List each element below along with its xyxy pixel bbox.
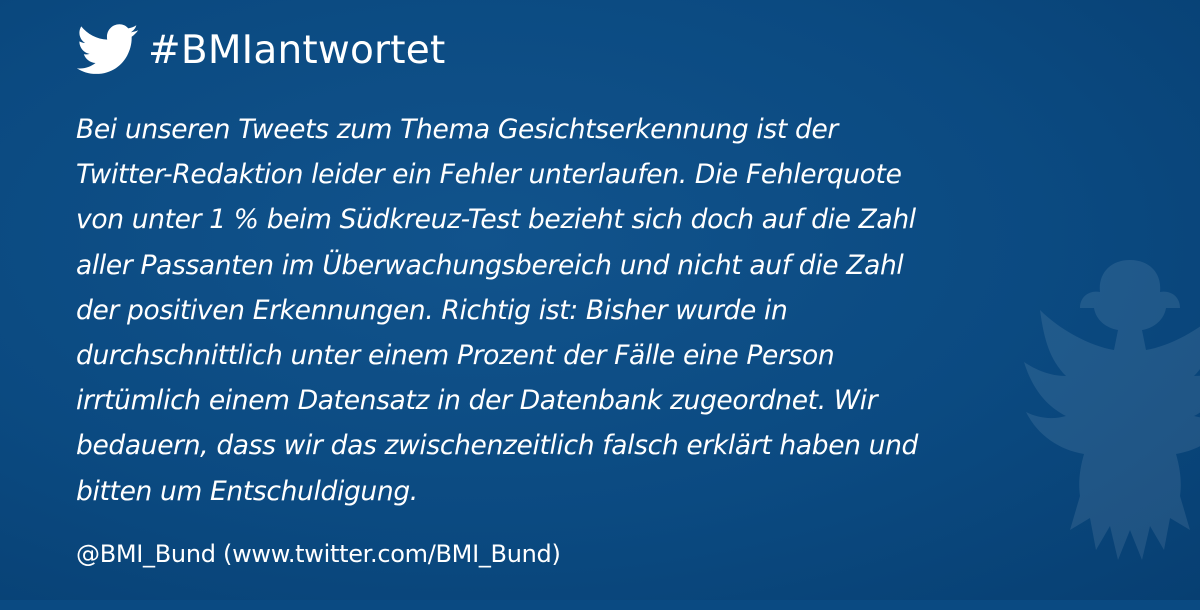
statement-line: bedauern, dass wir das zwischenzeitlich … bbox=[76, 430, 919, 462]
twitter-bird-icon bbox=[76, 24, 139, 74]
header: #BMIantwortet bbox=[76, 18, 445, 82]
statement-text: Bei unseren Tweets zum Thema Gesichtserk… bbox=[76, 107, 1076, 514]
statement-line: der positiven Erkennungen. Richtig ist: … bbox=[76, 294, 788, 326]
statement-line: Bei unseren Tweets zum Thema Gesichtserk… bbox=[76, 114, 838, 145]
hashtag-title: #BMIantwortet bbox=[148, 27, 446, 73]
statement-line: von unter 1 % beim Südkreuz-Test bezieht… bbox=[76, 204, 916, 236]
statement-line: bitten um Entschuldigung. bbox=[76, 475, 418, 507]
footer-handle: @BMI_Bund (www.twitter.com/BMI_Bund) bbox=[76, 540, 561, 568]
statement-line: Twitter-Redaktion leider ein Fehler unte… bbox=[76, 159, 902, 191]
statement-line: irrtümlich einem Datensatz in der Datenb… bbox=[76, 385, 878, 417]
statement-line: aller Passanten im Überwachungsbereich u… bbox=[76, 249, 904, 281]
statement-line: durchschnittlich unter einem Prozent der… bbox=[76, 340, 835, 372]
